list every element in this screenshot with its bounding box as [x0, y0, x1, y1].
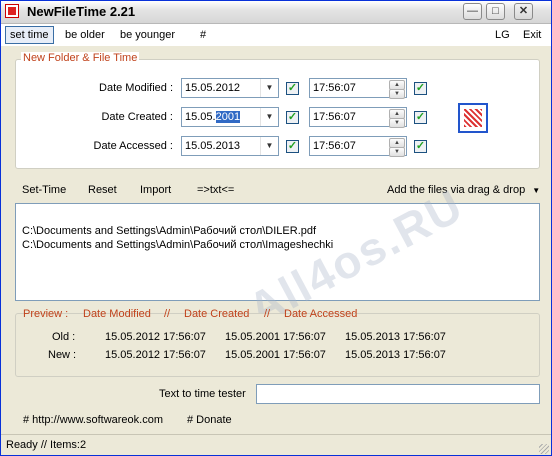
date-created-checkbox[interactable]: ✓ [286, 111, 299, 124]
status-bar: Ready // Items:2 [1, 434, 551, 455]
time-accessed-value: 17:56:07 [313, 140, 356, 152]
time-accessed-checkbox[interactable]: ✓ [414, 140, 427, 153]
donate-link[interactable]: # Donate [187, 414, 232, 426]
app-window: NewFileTime 2.21 — □ ✕ set time be older… [0, 0, 552, 456]
preview-old-accessed: 15.05.2013 17:56:07 [345, 331, 446, 343]
check-icon: ✓ [287, 140, 298, 152]
time-modified-checkbox[interactable]: ✓ [414, 82, 427, 95]
time-created-checkbox[interactable]: ✓ [414, 111, 427, 124]
window-title: NewFileTime 2.21 [27, 4, 136, 19]
set-time-button[interactable]: Set-Time [22, 184, 66, 196]
menu-be-younger[interactable]: be younger [120, 27, 175, 43]
date-modified-label: Date Modified : [99, 82, 173, 94]
maximize-icon: □ [492, 5, 499, 17]
spin-down-icon[interactable]: ▼ [389, 89, 405, 99]
preview-title: Preview : [23, 308, 69, 320]
check-icon: ✓ [287, 82, 298, 94]
date-created-label: Date Created : [101, 111, 173, 123]
date-created-picker[interactable]: 15.05.2001 ▼ [181, 107, 279, 127]
check-icon: ✓ [415, 140, 426, 152]
check-icon: ✓ [415, 111, 426, 123]
preview-old-modified: 15.05.2012 17:56:07 [105, 331, 206, 343]
add-files-button[interactable]: Add the files via drag & drop ▼ [387, 184, 540, 196]
preview-new-accessed: 15.05.2013 17:56:07 [345, 349, 446, 361]
date-accessed-value: 15.05.2013 [185, 140, 241, 152]
menu-exit[interactable]: Exit [523, 27, 541, 43]
import-button[interactable]: Import [140, 184, 171, 196]
chevron-down-icon[interactable]: ▼ [260, 137, 278, 155]
pick-time-icon[interactable] [458, 103, 488, 133]
spin-down-icon[interactable]: ▼ [389, 147, 405, 157]
tester-label: Text to time tester [159, 388, 246, 400]
preview-sep-2: // [264, 308, 271, 320]
preview-sep-1: // [164, 308, 171, 320]
preview-group [15, 313, 540, 377]
menu-set-time[interactable]: set time [5, 26, 54, 44]
preview-new-created: 15.05.2001 17:56:07 [225, 349, 326, 361]
date-modified-checkbox[interactable]: ✓ [286, 82, 299, 95]
time-modified-spinner[interactable]: 17:56:07 ▲ ▼ [309, 78, 407, 99]
preview-col-accessed: Date Accessed [284, 308, 358, 320]
maximize-button[interactable]: □ [486, 3, 505, 20]
website-link[interactable]: # http://www.softwareok.com [23, 414, 163, 426]
status-text: Ready // Items:2 [6, 439, 87, 451]
time-modified-value: 17:56:07 [313, 82, 356, 94]
date-modified-value: 15.05.2012 [185, 82, 241, 94]
date-created-year-selected: 2001 [215, 111, 241, 123]
preview-old-created: 15.05.2001 17:56:07 [225, 331, 326, 343]
date-created-value: 15.05.2001 [185, 111, 241, 123]
date-accessed-label: Date Accessed : [93, 140, 174, 152]
close-icon: ✕ [518, 5, 529, 17]
preview-new-label: New : [48, 349, 77, 361]
resize-grip-icon[interactable] [539, 444, 549, 454]
close-button[interactable]: ✕ [514, 3, 533, 20]
date-accessed-picker[interactable]: 15.05.2013 ▼ [181, 136, 279, 156]
date-accessed-checkbox[interactable]: ✓ [286, 140, 299, 153]
tester-input[interactable] [256, 384, 540, 404]
preview-old-label: Old : [52, 331, 76, 343]
list-item[interactable]: C:\Documents and Settings\Admin\Рабочий … [22, 225, 316, 237]
time-created-value: 17:56:07 [313, 111, 356, 123]
minimize-button[interactable]: — [463, 3, 482, 20]
time-created-spinner[interactable]: 17:56:07 ▲ ▼ [309, 107, 407, 128]
menu-be-older[interactable]: be older [65, 27, 105, 43]
date-modified-picker[interactable]: 15.05.2012 ▼ [181, 78, 279, 98]
reset-button[interactable]: Reset [88, 184, 117, 196]
preview-new-modified: 15.05.2012 17:56:07 [105, 349, 206, 361]
menu-hash[interactable]: # [200, 27, 206, 43]
title-bar[interactable]: NewFileTime 2.21 — □ ✕ [1, 1, 551, 24]
check-icon: ✓ [415, 82, 426, 94]
chevron-down-icon[interactable]: ▼ [260, 79, 278, 97]
chevron-down-icon[interactable]: ▼ [260, 108, 278, 126]
app-icon[interactable] [5, 4, 19, 18]
txt-button[interactable]: =>txt<= [197, 184, 234, 196]
minimize-icon: — [467, 5, 478, 17]
file-list[interactable]: C:\Documents and Settings\Admin\Рабочий … [15, 179, 540, 335]
menu-bar: set time be older be younger # LG Exit [1, 24, 551, 46]
date-group-title: New Folder & File Time [21, 52, 140, 64]
spin-down-icon[interactable]: ▼ [389, 118, 405, 128]
date-created-value-prefix: 15.05. [185, 111, 216, 123]
dropdown-arrow-icon: ▼ [532, 186, 541, 195]
preview-col-created: Date Created [184, 308, 250, 320]
preview-col-modified: Date Modified [83, 308, 151, 320]
add-files-label: Add the files via drag & drop [387, 184, 526, 196]
menu-lg[interactable]: LG [495, 27, 510, 43]
list-item[interactable]: C:\Documents and Settings\Admin\Рабочий … [22, 239, 333, 251]
check-icon: ✓ [287, 111, 298, 123]
time-accessed-spinner[interactable]: 17:56:07 ▲ ▼ [309, 136, 407, 157]
